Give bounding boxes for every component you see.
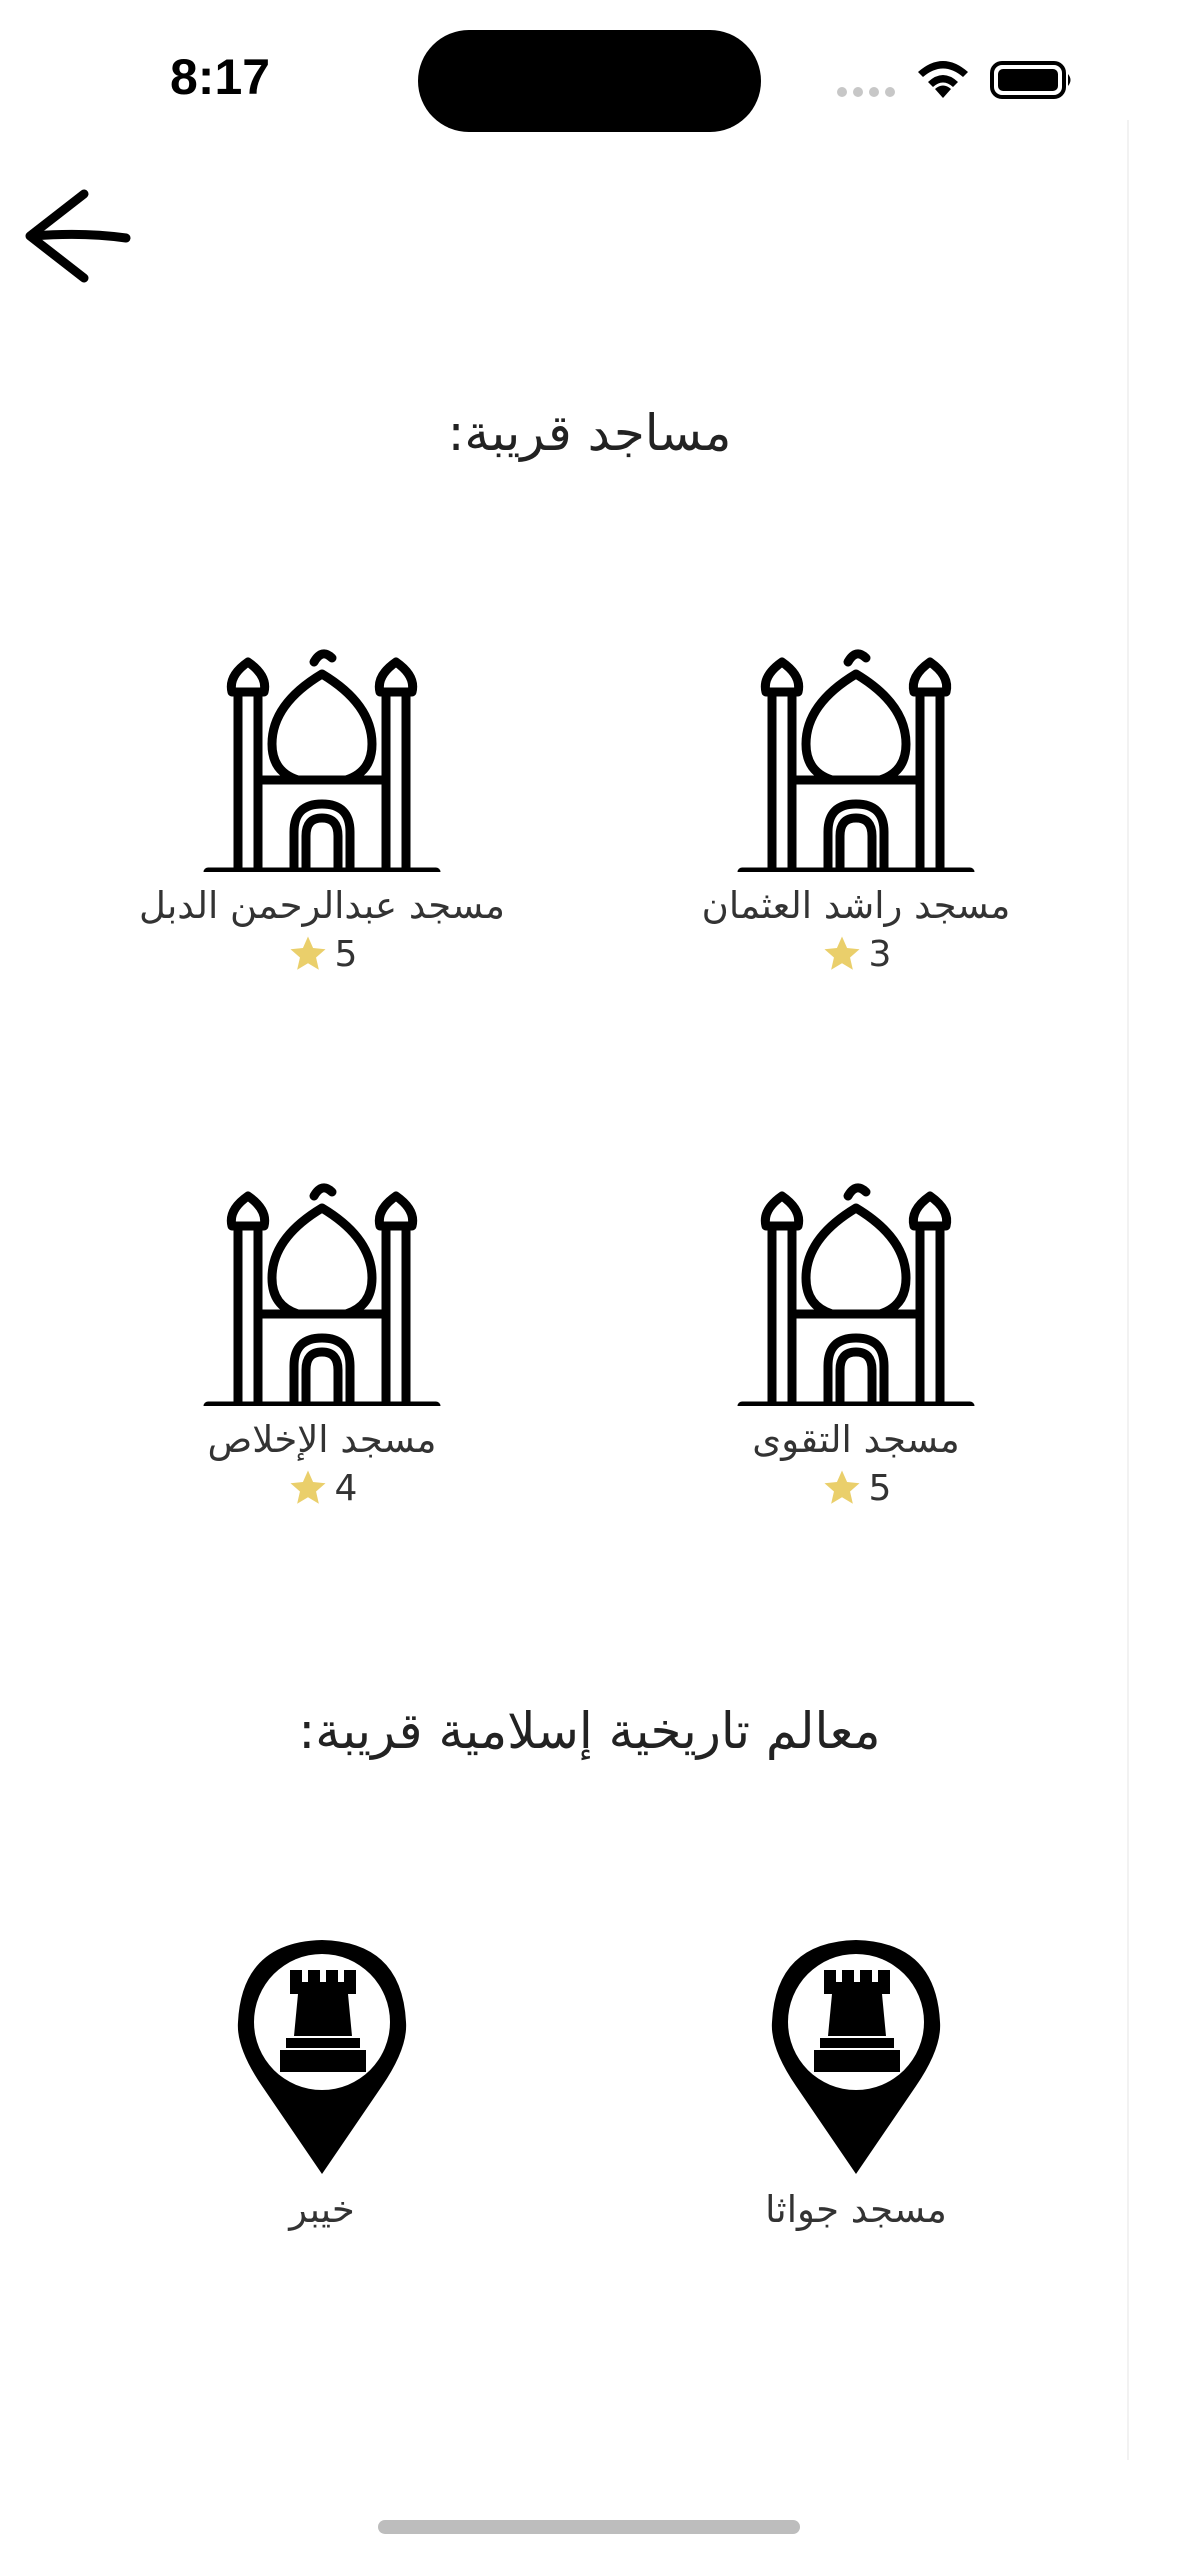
- mosque-icon: [203, 649, 441, 872]
- mosque-card-abdulrahman-aldabal[interactable]: مسجد عبدالرحمن الدبل 5: [112, 632, 532, 975]
- star-icon: [824, 1470, 860, 1504]
- wifi-icon: [918, 61, 968, 98]
- star-icon: [290, 1470, 326, 1504]
- home-indicator[interactable]: [378, 2520, 800, 2534]
- landmark-card-khaybar[interactable]: خيبر: [112, 1936, 532, 2231]
- mosque-name: مسجد راشد العثمان: [701, 884, 1011, 927]
- mosque-card-alikhlas[interactable]: مسجد الإخلاص 4: [112, 1166, 532, 1509]
- map-pin-castle-icon: [771, 1940, 941, 2174]
- mosque-icon: [737, 649, 975, 872]
- rating-value: 4: [334, 1467, 358, 1509]
- mosque-card-altaqwa[interactable]: مسجد التقوى 5: [646, 1166, 1066, 1509]
- rating-value: 5: [868, 1467, 892, 1509]
- mosque-icon: [203, 1183, 441, 1406]
- mosque-rating: 3: [646, 933, 1066, 975]
- mosque-name: مسجد عبدالرحمن الدبل: [138, 884, 505, 927]
- edge-divider: [1127, 120, 1129, 2460]
- back-arrow-icon[interactable]: [22, 186, 132, 286]
- rating-value: 3: [868, 933, 892, 975]
- rating-value: 5: [334, 933, 358, 975]
- mosque-rating: 4: [112, 1467, 532, 1509]
- mosque-card-rashed-alothman[interactable]: مسجد راشد العثمان 3: [646, 632, 1066, 975]
- mosque-name: مسجد الإخلاص: [207, 1418, 437, 1461]
- screen: 8:17 مساجد قريبة: مسجد راشد العثمان 3 مس…: [0, 0, 1179, 2556]
- mosque-icon: [737, 1183, 975, 1406]
- status-time: 8:17: [170, 49, 271, 105]
- landmark-card-jawatha[interactable]: مسجد جواثا: [646, 1936, 1066, 2231]
- star-icon: [824, 936, 860, 970]
- star-icon: [290, 936, 326, 970]
- map-pin-castle-icon: [237, 1940, 407, 2174]
- dynamic-island: [418, 30, 761, 132]
- landmark-name: مسجد جواثا: [765, 2188, 947, 2231]
- landmarks-title: معالم تاريخية إسلامية قريبة:: [298, 1702, 881, 1760]
- landmark-name: خيبر: [289, 2188, 355, 2231]
- nearby-mosques-title: مساجد قريبة:: [447, 404, 732, 462]
- mosque-rating: 5: [646, 1467, 1066, 1509]
- mosque-name: مسجد التقوى: [752, 1418, 960, 1461]
- cellular-signal-icon: [837, 87, 895, 97]
- mosque-rating: 5: [112, 933, 532, 975]
- battery-icon: [990, 61, 1071, 99]
